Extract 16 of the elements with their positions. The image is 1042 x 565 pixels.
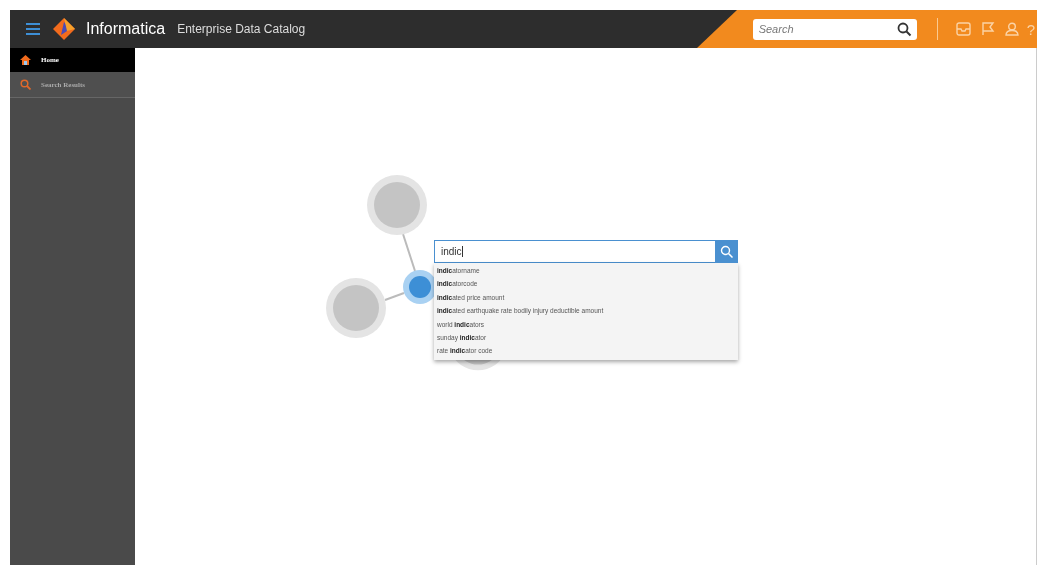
- search-icon: [20, 79, 31, 90]
- diamond-logo-icon: [52, 17, 76, 41]
- menu-icon[interactable]: [26, 23, 40, 35]
- search-input[interactable]: indic: [434, 240, 738, 263]
- graph-node[interactable]: [326, 278, 386, 338]
- brand-name: Informatica: [86, 20, 166, 38]
- flag-icon[interactable]: [980, 22, 995, 36]
- graph-edge: [384, 292, 405, 301]
- product-name: Enterprise Data Catalog: [177, 22, 306, 36]
- graph-edge: [402, 233, 416, 272]
- user-icon[interactable]: [1004, 22, 1019, 36]
- home-icon: [20, 55, 31, 65]
- search-button[interactable]: [715, 240, 738, 263]
- inbox-icon[interactable]: [955, 22, 971, 36]
- graph-node[interactable]: [367, 175, 427, 235]
- search-icon[interactable]: [896, 21, 912, 37]
